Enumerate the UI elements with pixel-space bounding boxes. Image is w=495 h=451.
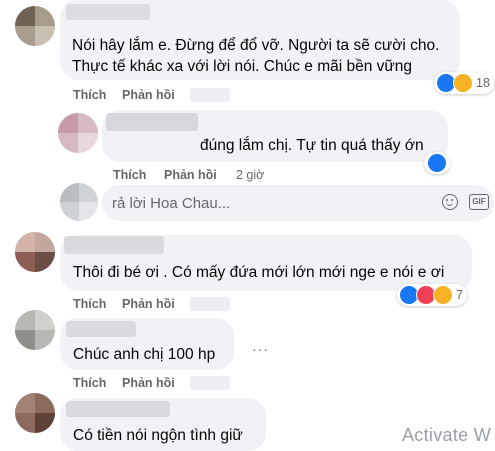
reaction-count: 18 (476, 76, 490, 90)
avatar (60, 183, 98, 221)
avatar[interactable] (15, 232, 55, 272)
avatar[interactable] (58, 113, 98, 153)
like-reaction-icon (427, 153, 447, 173)
like-button[interactable]: Thích (113, 168, 146, 182)
comment-text-line: Chúc anh chị 100 hp (73, 346, 216, 363)
avatar[interactable] (15, 6, 55, 46)
comment-timestamp[interactable]: 2 giờ (236, 168, 264, 182)
author-name-redacted[interactable] (66, 401, 170, 417)
reply-placeholder: rả lời Hoa Chau... (112, 195, 231, 212)
reaction-summary[interactable]: 7 (397, 284, 467, 306)
haha-reaction-icon (433, 285, 453, 305)
haha-reaction-icon (453, 73, 473, 93)
reply-button[interactable]: Phản hồi (122, 297, 175, 311)
like-button[interactable]: Thích (73, 297, 106, 311)
comment-text-line: đúng lắm chị. Tự tin quá thấy ớn (200, 137, 424, 154)
time-redacted (190, 376, 230, 390)
reaction-summary[interactable]: 18 (434, 72, 494, 94)
comment-text-line: Thôi đi bé ơi . Có mấy đứa mới lớn mới n… (73, 264, 445, 281)
avatar[interactable] (15, 393, 55, 433)
more-options-icon[interactable]: ··· (252, 341, 269, 357)
author-name-redacted[interactable] (64, 236, 164, 254)
time-redacted (190, 297, 230, 311)
comment-text-line: Nói hây lắm e. Đừng để đổ vỡ. Người ta s… (72, 37, 440, 54)
comment-text-line: Thực tế khác xa với lời nói. Chúc e mãi … (72, 58, 413, 75)
author-name-redacted[interactable] (66, 4, 150, 20)
reply-button[interactable]: Phản hồi (122, 376, 175, 390)
gif-icon[interactable]: GIF (469, 194, 489, 210)
reply-button[interactable]: Phản hồi (164, 168, 217, 182)
avatar[interactable] (15, 310, 55, 350)
author-name-redacted[interactable] (66, 321, 136, 337)
activate-windows-watermark: Activate W (402, 425, 492, 445)
time-redacted (190, 88, 230, 102)
reaction-count: 7 (456, 288, 463, 302)
like-button[interactable]: Thích (73, 88, 106, 102)
like-button[interactable]: Thích (73, 376, 106, 390)
author-name-redacted[interactable] (106, 113, 198, 131)
reaction-summary[interactable] (424, 152, 450, 174)
emoji-icon[interactable] (442, 194, 458, 210)
comment-text-line: Có tiền nói ngộn tình giữ (73, 427, 243, 444)
reply-button[interactable]: Phản hồi (122, 88, 175, 102)
